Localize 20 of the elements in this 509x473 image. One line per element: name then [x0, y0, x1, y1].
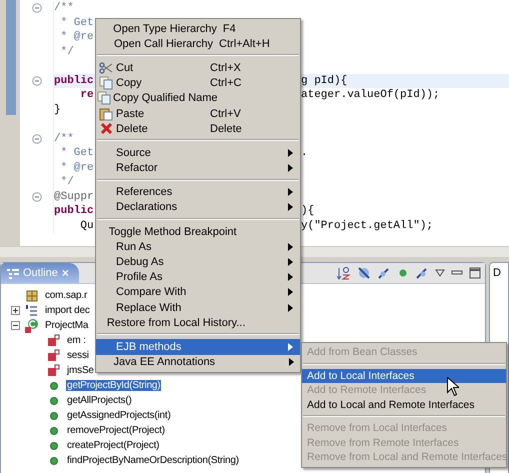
code-text: } — [54, 104, 61, 116]
code-text: */ — [60, 176, 74, 188]
code-text: Qu — [79, 220, 94, 232]
tab-label: Outline — [23, 267, 58, 279]
code-text: * Get — [60, 147, 94, 160]
code-text: * Get — [60, 16, 94, 29]
code-text: */ — [60, 46, 74, 58]
code-text: ){ — [301, 205, 314, 218]
code-text: * @re — [60, 162, 94, 174]
code-text: g pId){ — [301, 74, 348, 87]
code-text: . — [301, 147, 308, 160]
code-text: * @re — [60, 31, 94, 44]
code-text: y("Project.getAll"); — [301, 220, 434, 232]
code-text: public — [54, 74, 94, 87]
code-text: /** — [54, 132, 74, 145]
code-text: /** — [54, 2, 74, 14]
code-text: ateger.valueOf(pId)); — [301, 89, 440, 102]
code-text: public — [54, 205, 94, 218]
code-text: @Suppr — [54, 190, 94, 203]
code-text: re — [79, 89, 94, 102]
